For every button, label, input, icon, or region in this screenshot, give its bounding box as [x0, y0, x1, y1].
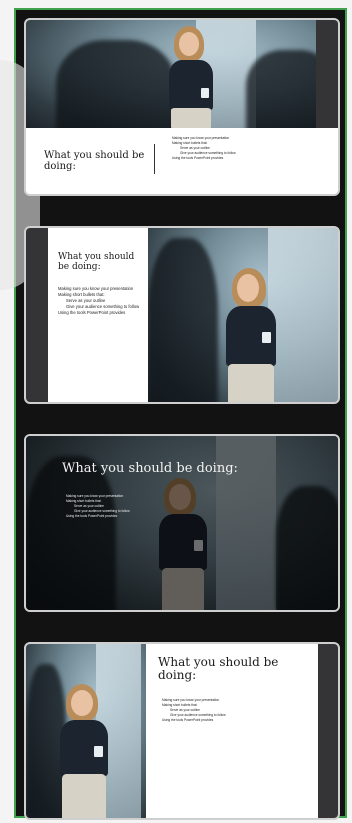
bullet-item: Using the tools PowerPoint provides	[172, 156, 224, 160]
accent-strip	[316, 20, 338, 128]
slide-bullets: Making sure you know your presentation M…	[58, 286, 144, 316]
slide-title: What you should be doing:	[58, 252, 135, 273]
bullet-item: Using the tools PowerPoint provides	[66, 514, 118, 518]
slide-title: What you should be doing:	[44, 150, 145, 173]
design-thumbnail-2[interactable]: What you should be doing: Making sure yo…	[24, 226, 340, 404]
divider	[154, 144, 155, 174]
bullet-item: Using the tools PowerPoint provides	[162, 718, 214, 722]
slide-bullets: Making sure you know your presentation M…	[172, 136, 332, 161]
design-thumbnail-1[interactable]: What you should be doing: Making sure yo…	[24, 18, 340, 196]
accent-strip	[318, 644, 338, 818]
slide-bullets: Making sure you know your presentation M…	[66, 494, 226, 519]
presenter-photo	[26, 644, 146, 818]
design-thumbnail-4[interactable]: What you should be doing: Making sure yo…	[24, 642, 340, 820]
presenter-photo	[148, 228, 338, 402]
bullet-item: Using the tools PowerPoint provides	[58, 310, 126, 315]
slide-bullets: Making sure you know your presentation M…	[162, 698, 312, 723]
design-thumbnail-3[interactable]: What you should be doing: Making sure yo…	[24, 434, 340, 612]
slide-title: What you should be doing:	[62, 461, 238, 476]
accent-strip	[26, 228, 48, 402]
slide-title: What you should be doing:	[158, 655, 279, 683]
presenter-photo	[26, 20, 338, 128]
